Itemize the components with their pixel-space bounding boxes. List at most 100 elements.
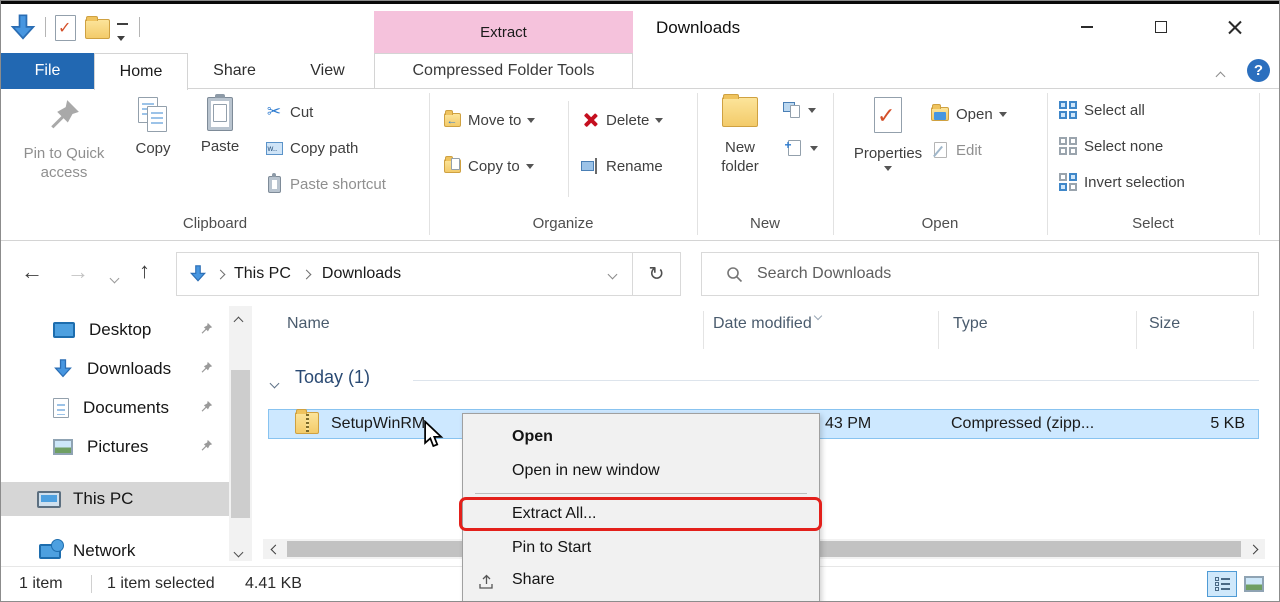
minimize-button[interactable] (1063, 7, 1111, 47)
downloads-icon (53, 358, 73, 380)
column-header-date-modified[interactable]: Date modified (713, 315, 812, 333)
dropdown-arrow-icon (655, 118, 663, 123)
sort-ascending-icon (815, 306, 821, 324)
qat-dropdown-icon[interactable] (117, 23, 128, 46)
column-header-type[interactable]: Type (953, 315, 988, 333)
paste-shortcut-icon (265, 175, 283, 193)
recent-locations-dropdown-icon[interactable] (111, 269, 118, 287)
group-label-clipboard: Clipboard (1, 215, 429, 235)
tab-view[interactable]: View (281, 53, 374, 89)
sidebar-item-this-pc[interactable]: This PC (1, 482, 229, 516)
scroll-right-icon[interactable] (1241, 539, 1265, 559)
address-dropdown-icon[interactable] (608, 269, 618, 279)
cut-button[interactable]: ✂ Cut (265, 103, 313, 121)
scroll-left-icon[interactable] (263, 539, 287, 559)
address-bar[interactable]: This PC Downloads (176, 252, 633, 296)
new-folder-button[interactable]: New folder (705, 97, 775, 176)
paste-label: Paste (201, 137, 239, 156)
pin-to-quick-access-label: Pin to Quick access (11, 144, 117, 182)
scroll-down-icon[interactable] (235, 543, 242, 561)
new-item-button[interactable]: + (785, 139, 818, 157)
sidebar-item-documents[interactable]: Documents (1, 391, 229, 425)
open-button[interactable]: Open (931, 105, 1007, 123)
copy-path-button[interactable]: w.. Copy path (265, 139, 358, 157)
group-label-new: New (697, 215, 833, 235)
group-header-today[interactable]: Today (1) (295, 367, 370, 388)
select-none-button[interactable]: Select none (1059, 137, 1163, 155)
column-divider[interactable] (938, 311, 939, 349)
delete-button[interactable]: Delete (581, 111, 663, 129)
sidebar-scrollbar[interactable] (229, 306, 252, 561)
properties-icon[interactable]: ✓ (55, 15, 76, 41)
forward-icon[interactable]: → (67, 259, 89, 285)
maximize-button[interactable] (1137, 7, 1185, 47)
refresh-button[interactable]: ↻ (632, 252, 681, 296)
tab-share[interactable]: Share (188, 53, 281, 89)
back-icon[interactable]: ← (21, 259, 43, 285)
easy-access-button[interactable] (783, 101, 816, 119)
copy-label: Copy (135, 139, 170, 158)
details-view-button[interactable] (1207, 571, 1237, 597)
group-separator (429, 93, 430, 235)
column-divider[interactable] (703, 311, 704, 349)
delete-label: Delete (606, 112, 649, 129)
column-divider[interactable] (1136, 311, 1137, 349)
tab-file-label: File (35, 62, 61, 80)
breadcrumb-this-pc[interactable]: This PC (234, 265, 291, 283)
up-icon[interactable]: ↑ (139, 258, 150, 284)
pin-to-quick-access-button[interactable]: Pin to Quick access (11, 97, 117, 182)
scroll-up-icon[interactable] (235, 312, 242, 330)
group-collapse-icon[interactable] (271, 374, 278, 392)
menu-item-open[interactable]: Open (512, 428, 553, 446)
sidebar-item-label: Network (73, 541, 229, 561)
sidebar-item-pictures[interactable]: Pictures (1, 430, 229, 464)
move-to-button[interactable]: ← Move to (443, 111, 535, 129)
column-header-size[interactable]: Size (1149, 315, 1180, 333)
sidebar-item-network[interactable]: Network (1, 534, 229, 568)
new-folder-icon[interactable] (85, 19, 110, 39)
group-label-open: Open (833, 215, 1047, 235)
edit-label: Edit (956, 142, 982, 159)
sidebar-item-desktop[interactable]: Desktop (1, 313, 229, 347)
pin-icon (200, 320, 213, 340)
search-input[interactable] (757, 265, 1177, 283)
column-divider[interactable] (1253, 311, 1254, 349)
properties-button[interactable]: ✓ Properties (853, 97, 923, 171)
copy-path-icon: w.. (265, 139, 283, 157)
large-icons-view-button[interactable] (1241, 571, 1267, 597)
ribbon-collapse-icon[interactable] (1217, 67, 1224, 85)
rename-button[interactable]: Rename (581, 157, 663, 175)
tab-home[interactable]: Home (94, 53, 188, 90)
close-icon (1228, 20, 1242, 34)
copy-button[interactable]: Copy (123, 97, 183, 158)
contextual-tab-group-header[interactable]: Extract (374, 11, 633, 53)
invert-selection-button[interactable]: Invert selection (1059, 173, 1185, 191)
search-box[interactable] (701, 252, 1259, 296)
tab-compressed-folder-tools[interactable]: Compressed Folder Tools (374, 53, 633, 89)
sidebar-item-downloads[interactable]: Downloads (1, 352, 229, 386)
properties-icon: ✓ (874, 97, 902, 138)
menu-item-open-in-new-window[interactable]: Open in new window (512, 462, 660, 480)
breadcrumb-downloads[interactable]: Downloads (322, 265, 401, 283)
column-header-name[interactable]: Name (287, 315, 330, 333)
group-separator (1259, 93, 1260, 235)
edit-button[interactable]: Edit (931, 141, 982, 159)
group-header-rule (413, 380, 1259, 381)
help-icon[interactable]: ? (1247, 59, 1270, 82)
paste-shortcut-button[interactable]: Paste shortcut (265, 175, 386, 193)
tab-home-label: Home (120, 63, 163, 81)
menu-item-pin-to-start[interactable]: Pin to Start (512, 539, 591, 557)
close-button[interactable] (1211, 7, 1259, 47)
tab-file[interactable]: File (1, 53, 94, 89)
paste-button[interactable]: Paste (189, 97, 251, 156)
paste-shortcut-label: Paste shortcut (290, 176, 386, 193)
minimize-icon (1081, 26, 1093, 28)
scrollbar-thumb[interactable] (231, 370, 250, 518)
file-name[interactable]: SetupWinRM (331, 415, 425, 433)
menu-item-share[interactable]: Share (512, 571, 555, 589)
zip-file-icon (295, 412, 319, 439)
rename-label: Rename (606, 158, 663, 175)
copy-to-button[interactable]: Copy to (443, 157, 534, 175)
paste-icon (207, 97, 233, 131)
select-all-button[interactable]: Select all (1059, 101, 1145, 119)
